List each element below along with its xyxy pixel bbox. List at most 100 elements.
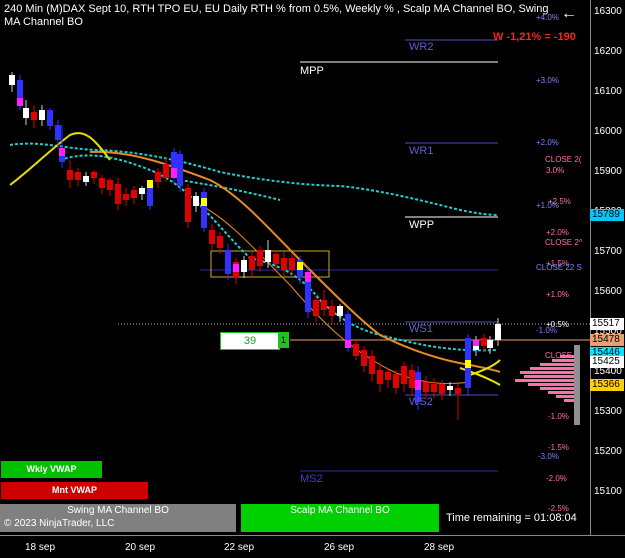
weekly-vwap-button[interactable]: Wkly VWAP: [1, 461, 102, 478]
candle-body: [257, 250, 263, 266]
candle-body: [47, 110, 53, 126]
candle-body: [401, 366, 407, 384]
date-axis[interactable]: 18 sep 20 sep 22 sep 26 sep 28 sep: [0, 535, 625, 558]
daily-pct-label: +2.0%: [546, 228, 569, 237]
chart-title: 240 Min (M)DAX Sept 10, RTH TPO EU, EU D…: [4, 3, 549, 28]
candles-group: [9, 72, 501, 420]
candle-body: [409, 370, 415, 388]
candle-body: [225, 250, 231, 274]
candle-body: [487, 340, 493, 348]
price-axis[interactable]: 16300 16200 16100 16000 15900 15800 1570…: [590, 0, 625, 535]
candle-body: [369, 356, 375, 374]
candle-body: [393, 374, 399, 388]
pivot-levels: [118, 39, 590, 472]
volume-profile: [515, 355, 580, 402]
candle-body: [55, 125, 61, 140]
candle-body: [123, 194, 129, 200]
bar-counter-value: 39: [243, 335, 257, 347]
weekly-pct-label: -1.0%: [536, 326, 557, 335]
candle-body: [249, 256, 255, 270]
ws2-label: WS2: [409, 396, 433, 408]
candle-body: [289, 258, 295, 270]
candle-body: [99, 178, 105, 188]
monthly-vwap-button[interactable]: Mnt VWAP: [1, 482, 148, 499]
price-tick: 15900: [594, 166, 622, 177]
date-label: 18 sep: [25, 542, 56, 553]
candle-body: [431, 384, 437, 392]
candle-body: [75, 172, 81, 180]
signal-mark: [297, 262, 303, 270]
candle-body: [91, 172, 97, 178]
candle-body: [353, 344, 359, 356]
candle-body: [83, 176, 89, 182]
candle-body: [39, 110, 45, 120]
candle-body: [193, 196, 199, 206]
cyan-fast-ma: [59, 154, 499, 352]
candle-body: [201, 192, 207, 228]
price-tick: 15200: [594, 446, 622, 457]
price-tick: 15700: [594, 246, 622, 257]
candle-body: [273, 254, 279, 264]
bar-counter-badge: 1: [278, 332, 289, 348]
candle-body: [337, 306, 343, 316]
candle-body: [329, 306, 335, 316]
price-tag: 15478: [590, 334, 624, 346]
candle-body: [107, 180, 113, 190]
ws1-label: WS1: [409, 323, 433, 335]
daily-pct-label: -1.0%: [548, 412, 569, 421]
weekly-pct-label: +3.0%: [536, 76, 559, 85]
date-label: 26 sep: [324, 542, 355, 553]
signal-mark: [171, 168, 177, 178]
wr2-label: WR2: [409, 41, 434, 53]
candle-body: [281, 258, 287, 270]
daily-pct-label: -1.5%: [548, 443, 569, 452]
candle-body: [115, 184, 121, 204]
swing-ma-channel-panel[interactable]: Swing MA Channel BO © 2023 NinjaTrader, …: [0, 504, 236, 532]
date-label: 20 sep: [125, 542, 156, 553]
signal-mark: [59, 148, 65, 156]
candle-body: [139, 188, 145, 194]
price-tick: 16000: [594, 126, 622, 137]
daily-pct-label: +2.5%: [548, 197, 571, 206]
signal-mark: [201, 198, 207, 206]
volume-profile-bar: [574, 345, 580, 425]
candle-body: [155, 172, 161, 182]
close-label: CLOSE: [545, 351, 573, 360]
scalp-ma-channel-panel[interactable]: Scalp MA Channel BO: [241, 504, 439, 532]
weekly-pct-label: +2.0%: [536, 138, 559, 147]
candle-body: [241, 260, 247, 272]
weekly-pct-label: +4.0%: [536, 13, 559, 22]
price-tick: 15100: [594, 486, 622, 497]
price-tag: 15425: [590, 356, 624, 368]
candle-body: [313, 300, 319, 316]
price-tick: 16200: [594, 46, 622, 57]
signal-mark: [233, 264, 239, 272]
candle-body: [185, 188, 191, 222]
arrow-left-icon[interactable]: ←: [561, 5, 577, 23]
candle-body: [439, 384, 445, 394]
candle-body: [447, 386, 453, 390]
signal-mark: [17, 98, 23, 106]
close-label: CLOSE 2^: [545, 238, 583, 247]
date-label: 22 sep: [224, 542, 255, 553]
candle-body: [385, 372, 391, 380]
wpp-label: WPP: [409, 219, 435, 231]
candle-body: [31, 112, 37, 120]
candle-body: [9, 75, 15, 85]
ms2-label: MS2: [300, 473, 323, 485]
copyright-label: © 2023 NinjaTrader, LLC: [4, 518, 115, 529]
candle-body: [423, 382, 429, 392]
price-tag: 15789: [590, 209, 624, 221]
signal-mark: [147, 180, 153, 188]
candle-body: [495, 324, 501, 340]
bar-counter: 39: [220, 332, 280, 350]
mpp-label: MPP: [300, 65, 324, 77]
candle-body: [321, 300, 327, 310]
close-label: CLOSE 2(: [545, 155, 582, 164]
signal-mark: [465, 360, 471, 368]
date-label: 28 sep: [424, 542, 455, 553]
price-tag: 15366: [590, 379, 624, 391]
candle-body: [131, 190, 137, 198]
candle-body: [455, 388, 461, 394]
price-chart[interactable]: [0, 0, 590, 535]
